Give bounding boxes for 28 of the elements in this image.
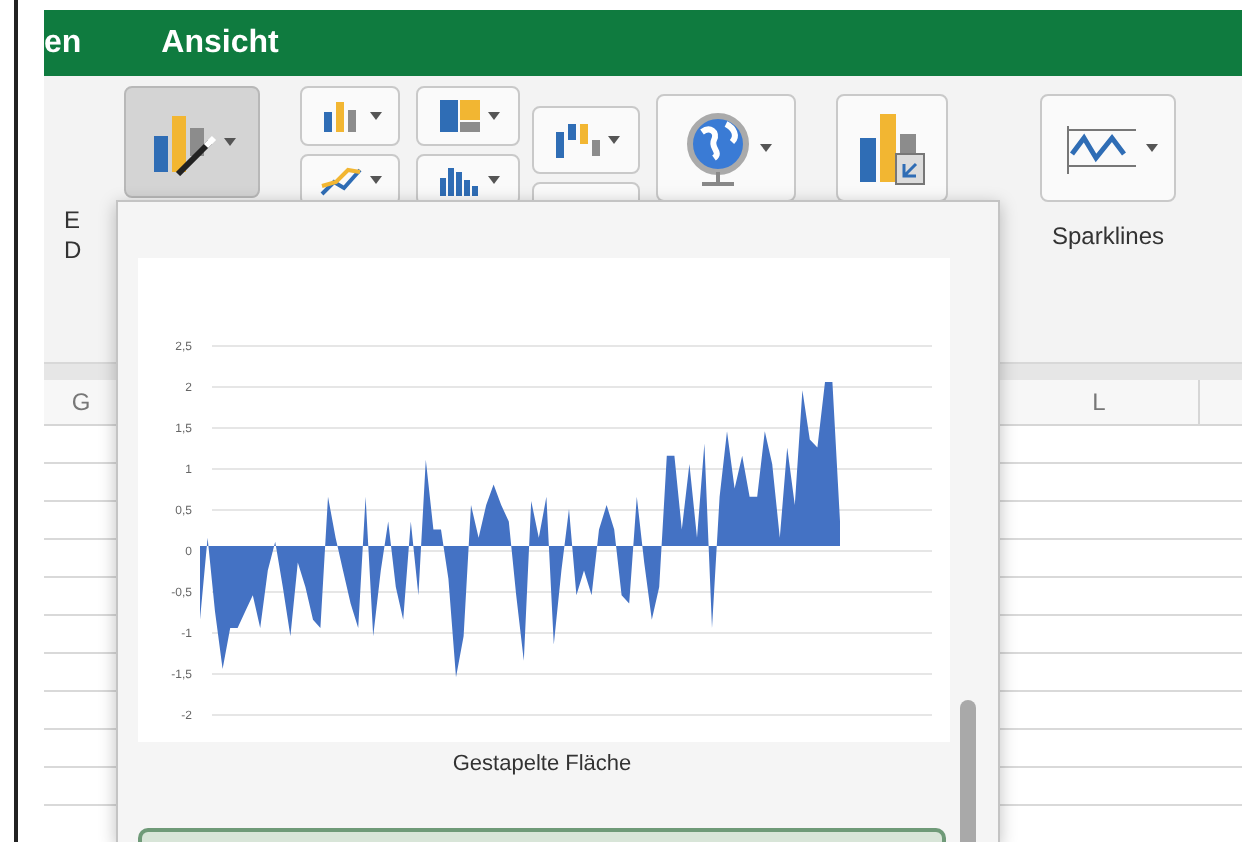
chart-type-button[interactable]: [300, 86, 400, 146]
globe-icon: [681, 108, 753, 188]
chart-type-button[interactable]: [656, 94, 796, 202]
line-chart-icon: [319, 162, 363, 198]
chart-type-button[interactable]: [836, 94, 948, 202]
caret-icon: [607, 136, 619, 144]
caret-icon: [369, 176, 381, 184]
ribbon-tab[interactable]: en: [44, 25, 82, 61]
button-label: E: [64, 206, 83, 236]
chart-group-label: Sparklines: [1049, 222, 1167, 250]
button-label: D: [64, 236, 84, 266]
ribbon-tab[interactable]: Ansicht: [161, 25, 279, 61]
chart-type-button[interactable]: [124, 86, 260, 198]
histogram-icon: [437, 162, 481, 198]
chart-type-caption: Gestapelte Fläche: [450, 752, 634, 776]
chart-type-button[interactable]: [1040, 94, 1176, 202]
scrollbar-thumb[interactable]: [960, 700, 976, 842]
waterfall-chart-icon: [553, 120, 601, 160]
caret-icon: [1145, 144, 1157, 152]
caret-icon: [369, 112, 381, 120]
caret-icon: [487, 112, 499, 120]
caret-icon: [223, 138, 235, 146]
chart-type-button[interactable]: [532, 106, 640, 174]
treemap-icon: [437, 98, 481, 134]
caret-icon: [487, 176, 499, 184]
pivot-chart-icon: [858, 110, 926, 186]
chart-type-button[interactable]: [416, 86, 520, 146]
caret-icon: [759, 144, 771, 152]
